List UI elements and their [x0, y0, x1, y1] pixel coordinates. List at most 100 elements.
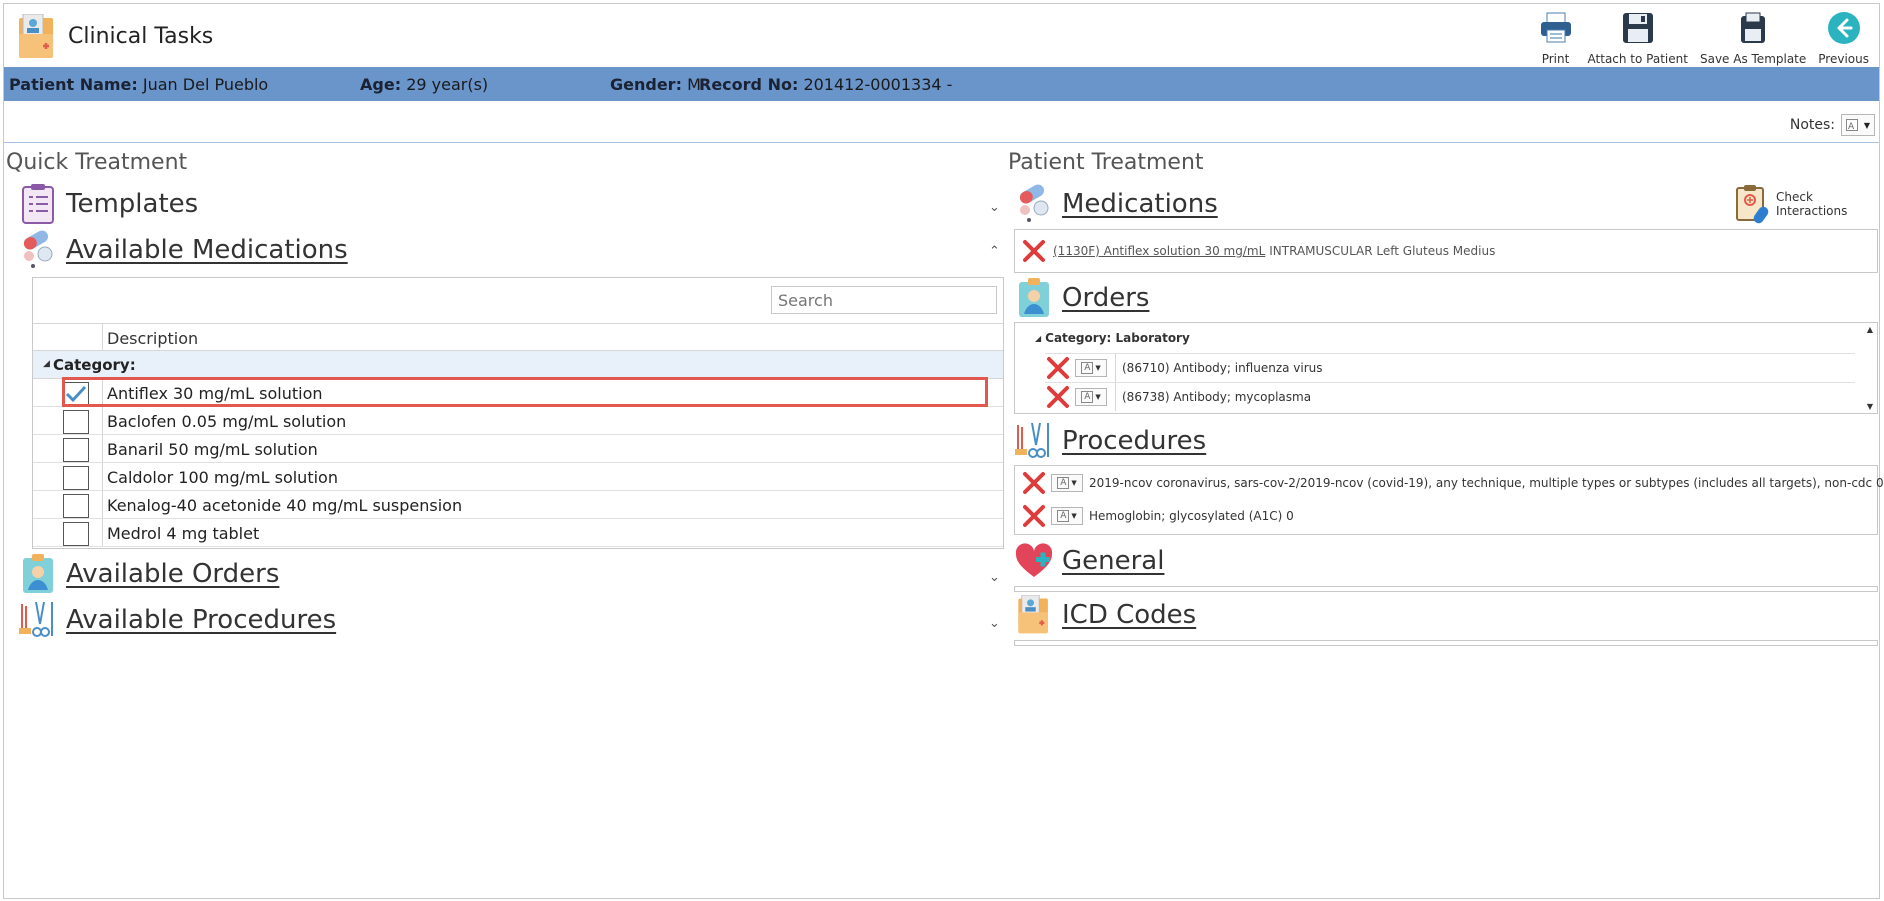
- available-orders-expand-chevron-icon[interactable]: ⌄: [989, 570, 1000, 585]
- order-name: (86710) Antibody; influenza virus: [1115, 353, 1323, 382]
- templates-label: Templates: [66, 189, 199, 219]
- order-note-dropdown[interactable]: A ▼: [1075, 387, 1107, 406]
- patient-treatment-title: Patient Treatment: [1008, 150, 1204, 175]
- column-divider: [102, 324, 103, 350]
- available-procedures-expand-chevron-icon[interactable]: ⌄: [989, 616, 1000, 631]
- patient-procedures-section-header[interactable]: Procedures: [1014, 421, 1206, 461]
- patient-medications-label: Medications: [1062, 189, 1218, 219]
- note-template-icon: A: [1081, 361, 1094, 374]
- medication-checkbox[interactable]: [63, 466, 89, 490]
- medication-checkbox[interactable]: [63, 410, 89, 434]
- medication-name: Kenalog-40 acetonide 40 mg/mL suspension: [107, 496, 463, 515]
- column-divider: [102, 379, 103, 406]
- print-button[interactable]: Print: [1530, 8, 1582, 66]
- clipboard-list-icon: [18, 184, 58, 224]
- available-procedures-section-header[interactable]: Available Procedures: [18, 600, 336, 640]
- medication-checkbox[interactable]: [63, 522, 89, 546]
- chevron-down-icon: ▼: [1095, 363, 1101, 372]
- medication-checkbox[interactable]: [63, 438, 89, 462]
- delete-x-icon[interactable]: [1045, 384, 1071, 410]
- app-header: Clinical Tasks Print Attach to Patient S…: [4, 4, 1879, 66]
- clipboard-pill-icon: [1734, 184, 1774, 224]
- medication-name: Medrol 4 mg tablet: [107, 524, 260, 543]
- icd-codes-section-header[interactable]: ICD Codes: [1014, 595, 1196, 635]
- column-header-description[interactable]: Description: [107, 329, 198, 348]
- general-section-header[interactable]: General: [1014, 541, 1164, 581]
- category-group-row[interactable]: ◢ Category:: [33, 351, 1003, 379]
- toolbar: Print Attach to Patient Save As Template…: [1530, 8, 1875, 66]
- available-orders-label: Available Orders: [66, 559, 280, 589]
- table-row[interactable]: Caldolor 100 mg/mL solution: [33, 463, 1003, 491]
- delete-x-icon[interactable]: [1021, 470, 1047, 496]
- table-row[interactable]: Kenalog-40 acetonide 40 mg/mL suspension: [33, 491, 1003, 519]
- check-interactions-button[interactable]: Check Interactions: [1734, 184, 1879, 224]
- table-row[interactable]: Baclofen 0.05 mg/mL solution: [33, 407, 1003, 435]
- grid-header-row: Description: [33, 323, 1003, 351]
- medication-name: Antiflex 30 mg/mL solution: [107, 384, 323, 403]
- table-row[interactable]: Banaril 50 mg/mL solution: [33, 435, 1003, 463]
- medication-search-input[interactable]: [771, 286, 997, 314]
- order-name: (86738) Antibody; mycoplasma: [1115, 382, 1311, 411]
- collapse-triangle-icon[interactable]: ◢: [1035, 334, 1041, 343]
- table-row[interactable]: Antiflex 30 mg/mL solution: [33, 379, 1003, 407]
- category-label: Category:: [53, 356, 136, 374]
- orders-category-label: Category: Laboratory: [1045, 331, 1190, 345]
- order-row[interactable]: A ▼ (86710) Antibody; influenza virus: [1045, 353, 1855, 382]
- procedure-note-dropdown[interactable]: A ▼: [1051, 507, 1083, 525]
- patient-orders-section-header[interactable]: Orders: [1014, 278, 1149, 318]
- chevron-down-icon: ▼: [1863, 120, 1871, 130]
- chevron-down-icon: ▼: [1095, 392, 1101, 401]
- procedure-row[interactable]: A ▼ 2019-ncov coronavirus, sars-cov-2/2019…: [1021, 470, 1884, 496]
- svg-text:A: A: [1848, 122, 1855, 131]
- patient-procedures-panel: A ▼ 2019-ncov coronavirus, sars-cov-2/2019…: [1014, 465, 1884, 535]
- page-title: Clinical Tasks: [68, 24, 214, 49]
- patient-age: Age: 29 year(s): [360, 75, 488, 94]
- general-label: General: [1062, 546, 1165, 576]
- patient-age-label: Age:: [360, 75, 402, 94]
- table-row[interactable]: Medrol 4 mg tablet: [33, 519, 1003, 547]
- icd-codes-panel: [1014, 640, 1878, 646]
- delete-x-icon[interactable]: [1045, 355, 1071, 381]
- available-medications-collapse-chevron-icon[interactable]: ⌃: [989, 244, 1000, 259]
- procedure-row[interactable]: A ▼ Hemoglobin; glycosylated (A1C) 0: [1021, 503, 1294, 529]
- notes-dropdown[interactable]: A ▼: [1841, 114, 1875, 136]
- previous-button[interactable]: Previous: [1812, 8, 1875, 66]
- delete-x-icon[interactable]: [1021, 238, 1047, 264]
- available-orders-section-header[interactable]: Available Orders: [18, 554, 279, 594]
- floppy-disk-icon: [1618, 8, 1658, 48]
- medication-name: Banaril 50 mg/mL solution: [107, 440, 318, 459]
- medication-checkbox[interactable]: [63, 494, 89, 518]
- patient-record: Record No: 201412-0001334 -: [699, 75, 952, 94]
- column-divider: [102, 463, 103, 490]
- patient-medications-section-header[interactable]: Medications: [1014, 184, 1218, 224]
- pills-icon: [18, 230, 58, 270]
- note-template-icon: A: [1081, 390, 1094, 403]
- print-label: Print: [1541, 52, 1570, 66]
- templates-expand-chevron-icon[interactable]: ⌄: [989, 200, 1000, 215]
- pills-icon: [1014, 184, 1054, 224]
- medication-entry-detail: INTRAMUSCULAR Left Gluteus Medius: [1269, 244, 1496, 258]
- note-template-icon: A: [1845, 116, 1862, 135]
- order-note-dropdown[interactable]: A ▼: [1075, 358, 1107, 377]
- procedure-note-dropdown[interactable]: A ▼: [1051, 474, 1083, 492]
- patient-info-bar: Patient Name: Juan Del Pueblo Age: 29 ye…: [4, 67, 1879, 101]
- attach-to-patient-button[interactable]: Attach to Patient: [1582, 8, 1694, 66]
- doctor-badge-icon: [1014, 278, 1054, 318]
- orders-category-row[interactable]: ◢ Category: Laboratory: [1035, 331, 1190, 345]
- templates-section-header[interactable]: Templates: [18, 184, 198, 224]
- heart-plus-icon: [1014, 541, 1054, 581]
- save-as-template-button[interactable]: Save As Template: [1694, 8, 1812, 66]
- available-medications-section-header[interactable]: Available Medications: [18, 230, 348, 270]
- app-window: Clinical Tasks Print Attach to Patient S…: [3, 3, 1884, 899]
- scroll-up-icon[interactable]: ▲: [1867, 325, 1873, 334]
- quick-treatment-title: Quick Treatment: [6, 150, 188, 175]
- order-row[interactable]: A ▼ (86738) Antibody; mycoplasma: [1045, 382, 1855, 411]
- patient-name: Patient Name: Juan Del Pueblo: [9, 75, 268, 94]
- collapse-triangle-icon[interactable]: ◢: [43, 359, 50, 369]
- scroll-down-icon[interactable]: ▼: [1867, 402, 1873, 411]
- back-arrow-icon: [1824, 8, 1864, 48]
- medication-entry-link[interactable]: (1130F) Antiflex solution 30 mg/mL: [1053, 244, 1265, 258]
- patient-name-value: Juan Del Pueblo: [142, 75, 269, 94]
- delete-x-icon[interactable]: [1021, 503, 1047, 529]
- medication-checkbox[interactable]: [63, 382, 89, 406]
